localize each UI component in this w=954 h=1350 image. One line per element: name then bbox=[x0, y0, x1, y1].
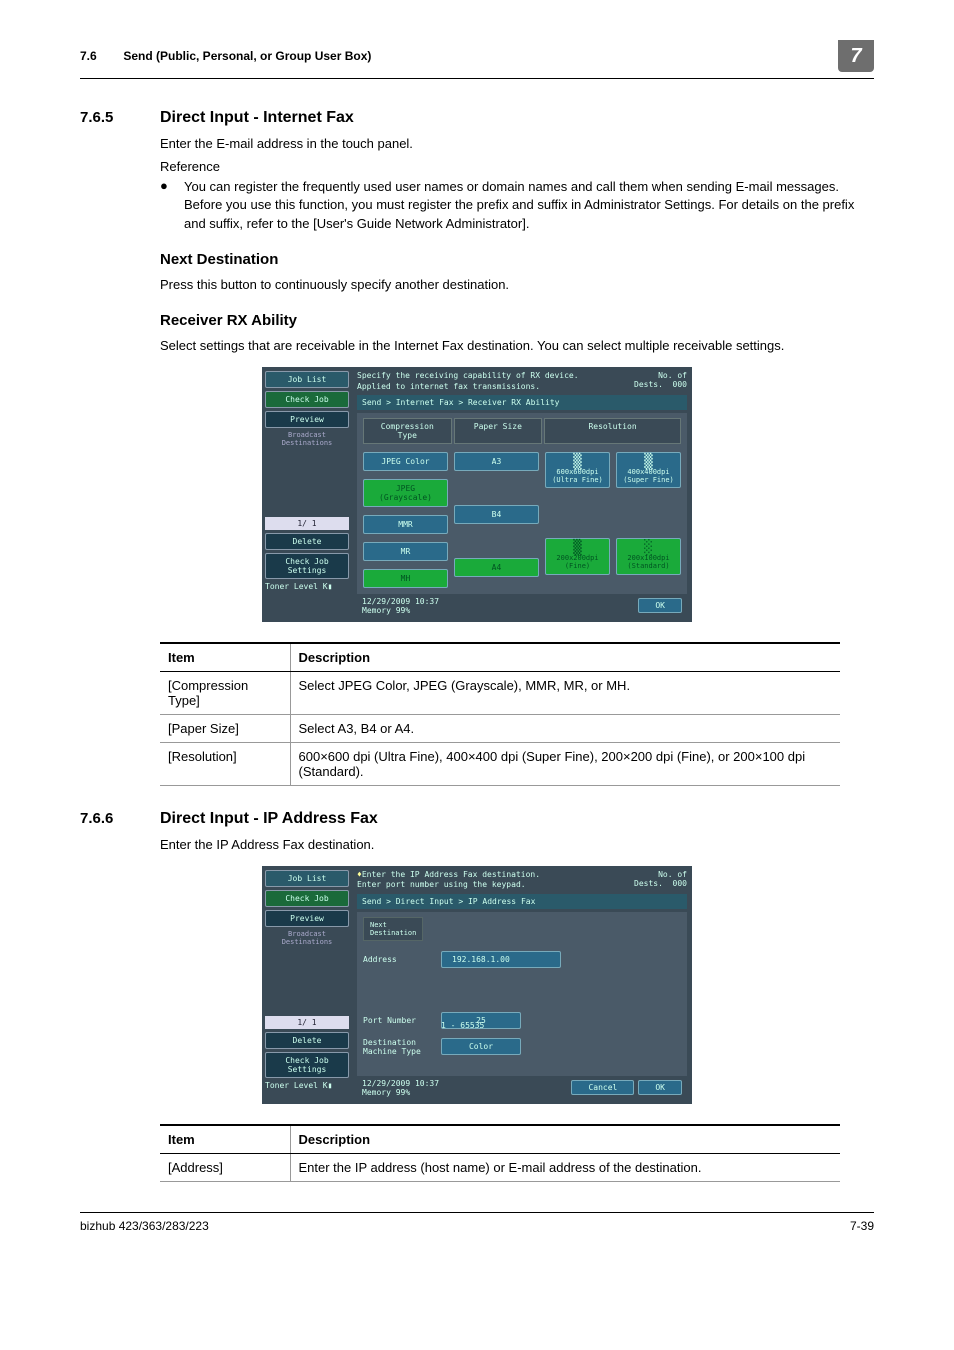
comp-mh[interactable]: MH bbox=[363, 569, 448, 588]
address-value[interactable]: 192.168.1.00 bbox=[441, 951, 561, 968]
comp-mmr[interactable]: MMR bbox=[363, 515, 448, 534]
td-desc: Select JPEG Color, JPEG (Grayscale), MMR… bbox=[290, 671, 840, 714]
receiver-rx-heading: Receiver RX Ability bbox=[160, 312, 874, 329]
memory: Memory 99% bbox=[362, 1088, 439, 1097]
address-label: Address bbox=[363, 955, 435, 964]
comp-jpeg-gray[interactable]: JPEG (Grayscale) bbox=[363, 479, 448, 507]
prompt-text: Enter the IP Address Fax destination. En… bbox=[357, 870, 540, 889]
toner-label: Toner Level bbox=[265, 1081, 318, 1090]
breadcrumb: Send > Internet Fax > Receiver RX Abilit… bbox=[357, 395, 687, 410]
receiver-rx-para: Select settings that are receivable in t… bbox=[160, 337, 874, 355]
tab-paper-size[interactable]: Paper Size bbox=[454, 418, 543, 444]
th-item: Item bbox=[160, 643, 290, 672]
paper-a3[interactable]: A3 bbox=[454, 452, 539, 471]
res-600[interactable]: ▒600x600dpi (Ultra Fine) bbox=[545, 452, 610, 488]
comp-mr[interactable]: MR bbox=[363, 542, 448, 561]
machine-type-label: Destination Machine Type bbox=[363, 1038, 435, 1056]
sec-766-title: Direct Input - IP Address Fax bbox=[160, 810, 378, 828]
tab-compression[interactable]: Compression Type bbox=[363, 418, 452, 444]
res-200-fine[interactable]: ▒200x200dpi (Fine) bbox=[545, 538, 610, 574]
dests-value: 000 bbox=[673, 380, 687, 389]
breadcrumb: Send > Direct Input > IP Address Fax bbox=[357, 894, 687, 909]
preview-button[interactable]: Preview bbox=[265, 910, 349, 927]
machine-type-value[interactable]: Color bbox=[441, 1038, 521, 1055]
port-range: 1 - 65535 bbox=[441, 1021, 681, 1030]
broadcast-label: Broadcast Destinations bbox=[265, 431, 349, 447]
sec-765-para: Enter the E-mail address in the touch pa… bbox=[160, 135, 874, 153]
comp-jpeg-color[interactable]: JPEG Color bbox=[363, 452, 448, 471]
ok-button[interactable]: OK bbox=[638, 1080, 682, 1095]
ok-button[interactable]: OK bbox=[638, 598, 682, 613]
job-list-button[interactable]: Job List bbox=[265, 870, 349, 887]
check-job-button[interactable]: Check Job bbox=[265, 890, 349, 907]
td-item: [Resolution] bbox=[160, 742, 290, 785]
delete-button[interactable]: Delete bbox=[265, 1032, 349, 1049]
reference-label: Reference bbox=[160, 159, 874, 174]
check-job-button[interactable]: Check Job bbox=[265, 391, 349, 408]
check-settings-button[interactable]: Check Job Settings bbox=[265, 553, 349, 579]
header-section-title: Send (Public, Personal, or Group User Bo… bbox=[123, 49, 371, 63]
port-label: Port Number bbox=[363, 1016, 435, 1025]
sec-765-num: 7.6.5 bbox=[80, 109, 160, 127]
footer-page: 7-39 bbox=[850, 1219, 874, 1233]
sec-766-para: Enter the IP Address Fax destination. bbox=[160, 836, 874, 854]
pager: 1/ 1 bbox=[265, 1016, 349, 1029]
next-destination-para: Press this button to continuously specif… bbox=[160, 276, 874, 294]
ip-fax-table: ItemDescription [Address]Enter the IP ad… bbox=[160, 1124, 840, 1182]
th-desc: Description bbox=[290, 643, 840, 672]
paper-b4[interactable]: B4 bbox=[454, 505, 539, 524]
sec-765-title: Direct Input - Internet Fax bbox=[160, 109, 354, 127]
footer-model: bizhub 423/363/283/223 bbox=[80, 1219, 209, 1233]
dests-value: 000 bbox=[673, 879, 687, 888]
page-footer: bizhub 423/363/283/223 7-39 bbox=[80, 1212, 874, 1233]
bullet-icon: ● bbox=[160, 178, 184, 233]
next-destination-button[interactable]: Next Destination bbox=[363, 917, 423, 941]
delete-button[interactable]: Delete bbox=[265, 533, 349, 550]
header-section-num: 7.6 bbox=[80, 49, 120, 63]
job-list-button[interactable]: Job List bbox=[265, 371, 349, 388]
screenshot-ip-fax: Job List Check Job Preview Broadcast Des… bbox=[262, 866, 692, 1104]
td-item: [Address] bbox=[160, 1153, 290, 1181]
reference-bullet-1: You can register the frequently used use… bbox=[184, 178, 874, 233]
next-destination-heading: Next Destination bbox=[160, 251, 874, 268]
td-desc: 600×600 dpi (Ultra Fine), 400×400 dpi (S… bbox=[290, 742, 840, 785]
preview-button[interactable]: Preview bbox=[265, 411, 349, 428]
screenshot-rx-ability: Job List Check Job Preview Broadcast Des… bbox=[262, 367, 692, 622]
paper-a4[interactable]: A4 bbox=[454, 558, 539, 577]
pager: 1/ 1 bbox=[265, 517, 349, 530]
td-desc: Select A3, B4 or A4. bbox=[290, 714, 840, 742]
tab-resolution[interactable]: Resolution bbox=[544, 418, 681, 444]
check-settings-button[interactable]: Check Job Settings bbox=[265, 1052, 349, 1078]
cancel-button[interactable]: Cancel bbox=[571, 1080, 634, 1095]
td-item: [Paper Size] bbox=[160, 714, 290, 742]
page-header: 7.6 Send (Public, Personal, or Group Use… bbox=[80, 40, 874, 79]
res-400[interactable]: ▒400x400dpi (Super Fine) bbox=[616, 452, 681, 488]
datetime: 12/29/2009 10:37 bbox=[362, 1079, 439, 1088]
broadcast-label: Broadcast Destinations bbox=[265, 930, 349, 946]
th-item: Item bbox=[160, 1125, 290, 1154]
prompt-text: Specify the receiving capability of RX d… bbox=[357, 371, 634, 392]
res-200-std[interactable]: ░200x100dpi (Standard) bbox=[616, 538, 681, 574]
toner-label: Toner Level bbox=[265, 582, 318, 591]
td-item: [Compression Type] bbox=[160, 671, 290, 714]
datetime: 12/29/2009 10:37 bbox=[362, 597, 439, 606]
td-desc: Enter the IP address (host name) or E-ma… bbox=[290, 1153, 840, 1181]
sec-766-num: 7.6.6 bbox=[80, 810, 160, 828]
memory: Memory 99% bbox=[362, 606, 439, 615]
chapter-badge: 7 bbox=[838, 40, 874, 72]
rx-ability-table: ItemDescription [Compression Type]Select… bbox=[160, 642, 840, 786]
th-desc: Description bbox=[290, 1125, 840, 1154]
